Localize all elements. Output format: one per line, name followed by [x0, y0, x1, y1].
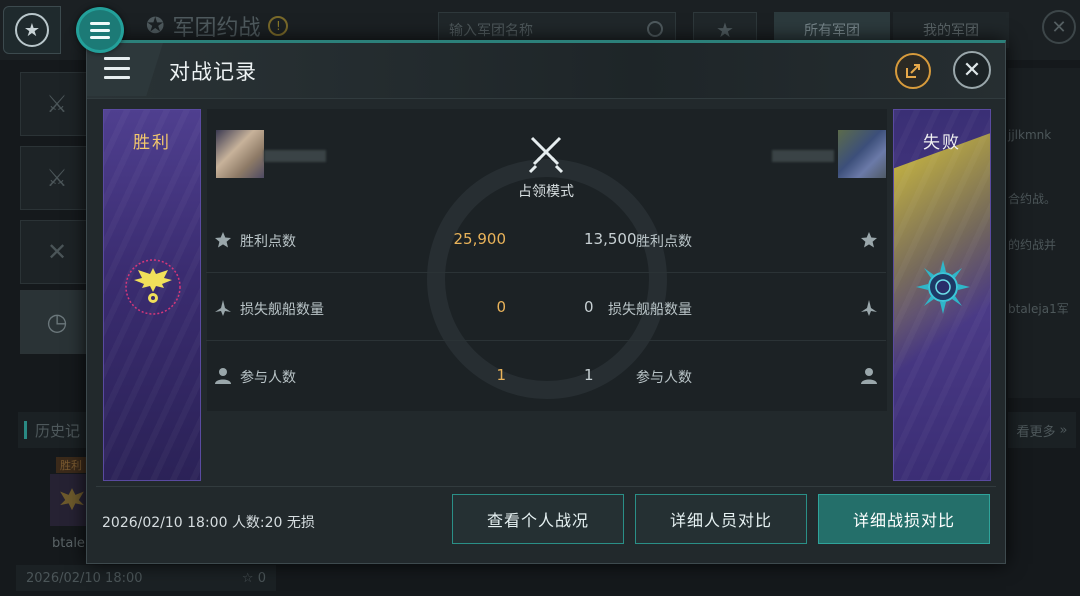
background-page-title: ✪ 军团约战 ! — [146, 10, 289, 42]
ship-icon — [861, 300, 877, 316]
home-button[interactable]: ★ — [3, 6, 61, 54]
stats-rows-layer: 胜利点数 25,900 13,500 胜利点数 损失舰船数量 0 0 损失舰船数… — [86, 40, 1006, 564]
person-icon — [215, 368, 231, 384]
stat-label-left: 参与人数 — [240, 370, 296, 386]
stat-label-left: 胜利点数 — [240, 234, 296, 250]
search-icon[interactable] — [647, 21, 663, 37]
background-snippet: jjlkmnk — [1008, 128, 1052, 142]
sidebar-item-history[interactable]: ◷ — [20, 290, 94, 354]
loser-victory-points: 13,500 — [584, 230, 637, 248]
loser-participants: 1 — [584, 366, 594, 384]
stat-label-right: 参与人数 — [636, 370, 692, 386]
background-close-icon[interactable]: ✕ — [1042, 10, 1076, 44]
winner-ships-lost: 0 — [496, 298, 506, 316]
stat-label-left: 损失舰船数量 — [240, 302, 324, 318]
history-card-name: btale — [52, 536, 85, 551]
history-card-star: ☆ 0 — [241, 570, 266, 586]
ship-icon — [215, 300, 231, 316]
person-icon — [861, 368, 877, 384]
winner-victory-points: 25,900 — [453, 230, 507, 248]
star-icon — [861, 232, 877, 248]
history-card-result-badge: 胜利 — [56, 457, 86, 473]
background-right-panel — [1008, 68, 1080, 398]
sidebar-item-duel[interactable]: ✕ — [20, 220, 94, 284]
legion-star-icon: ★ — [15, 13, 49, 47]
star-icon — [215, 232, 231, 248]
stat-label-right: 损失舰船数量 — [608, 302, 692, 318]
footer-divider — [96, 486, 996, 487]
loss-comparison-button[interactable]: 详细战损对比 — [818, 494, 990, 544]
background-snippet: 合约战。 — [1008, 192, 1057, 206]
battle-info-text: 2026/02/10 18:00 人数:20 无损 — [102, 515, 315, 531]
view-more-button[interactable]: 看更多 » — [1008, 412, 1076, 448]
legion-title-icon: ✪ — [146, 13, 165, 39]
history-card-footer[interactable]: 2026/02/10 18:00 ☆ 0 — [16, 565, 276, 591]
main-menu-button[interactable] — [76, 7, 124, 53]
background-snippet: 的约战并 — [1008, 238, 1057, 252]
sidebar-item-challenge[interactable]: ⚔ — [20, 146, 94, 210]
view-personal-stats-button[interactable]: 查看个人战况 — [452, 494, 624, 544]
sidebar-item-battle[interactable]: ⚔ — [20, 72, 94, 136]
member-comparison-button[interactable]: 详细人员对比 — [635, 494, 807, 544]
loser-ships-lost: 0 — [584, 298, 594, 316]
stat-label-right: 胜利点数 — [636, 234, 692, 250]
background-snippet: btaleja1军 — [1008, 302, 1069, 316]
double-chevron-right-icon: » — [1059, 422, 1068, 438]
info-warning-icon[interactable]: ! — [268, 16, 289, 36]
winner-participants: 1 — [496, 366, 506, 384]
